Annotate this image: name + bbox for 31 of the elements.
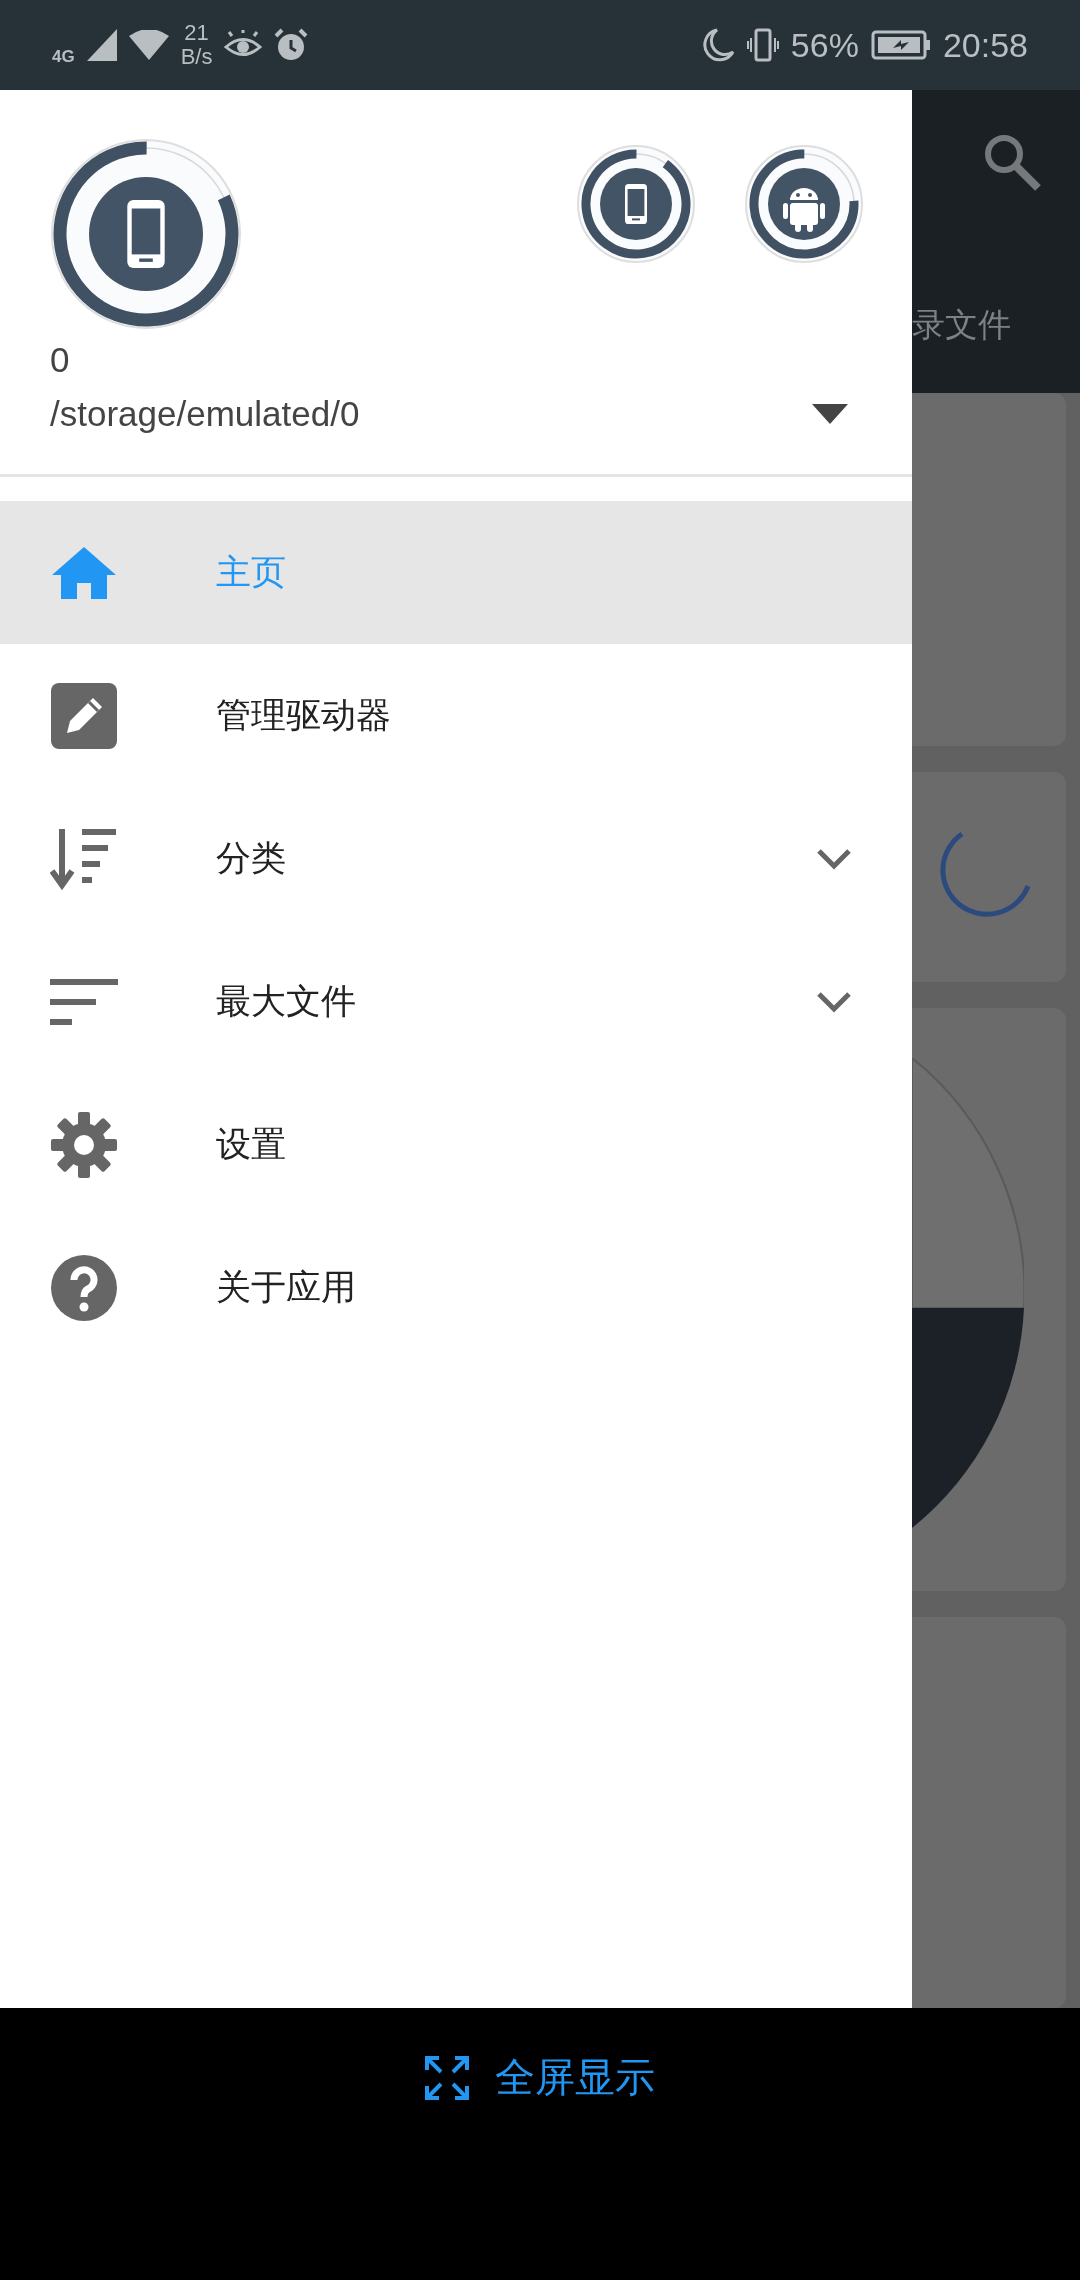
storage-ring-button[interactable] — [50, 138, 242, 330]
menu-item[interactable]: 最大文件 — [0, 930, 912, 1073]
android-ring-button[interactable] — [744, 144, 864, 264]
pencil-icon — [51, 682, 117, 749]
fullscreen-button[interactable]: 全屏显示 — [425, 2050, 655, 2105]
battery-percent: 56% — [790, 25, 859, 65]
battery-charging-icon — [870, 30, 931, 60]
storage-ring-button[interactable] — [576, 144, 696, 264]
storage-path: /storage/emulated/0 — [50, 394, 361, 434]
storage-name: 0 — [49, 340, 71, 380]
sort-lines-icon — [50, 978, 118, 1025]
vibrate-icon — [746, 28, 779, 62]
search-icon[interactable] — [982, 132, 1042, 192]
speed-unit: B/s — [180, 45, 213, 69]
wifi-icon — [128, 30, 169, 60]
menu-item[interactable]: 分类 — [0, 787, 912, 930]
network-type: 4G — [52, 47, 75, 67]
menu-item[interactable]: 设置 — [0, 1073, 912, 1216]
alarm-icon — [274, 28, 309, 62]
settings-icon — [51, 1111, 117, 1178]
moon-icon — [702, 28, 735, 62]
help-icon — [51, 1254, 117, 1321]
menu-item[interactable]: 关于应用 — [0, 1216, 912, 1359]
clock-time: 20:58 — [942, 25, 1028, 65]
tab-label[interactable]: 录文件 — [912, 303, 1011, 348]
dropdown-arrow-icon[interactable] — [812, 404, 848, 424]
expand-icon — [425, 2055, 469, 2100]
menu-item[interactable]: 管理驱动器 — [0, 644, 912, 787]
speed-value: 21 — [184, 21, 209, 45]
home-icon — [50, 544, 118, 601]
signal-icon — [86, 29, 117, 61]
